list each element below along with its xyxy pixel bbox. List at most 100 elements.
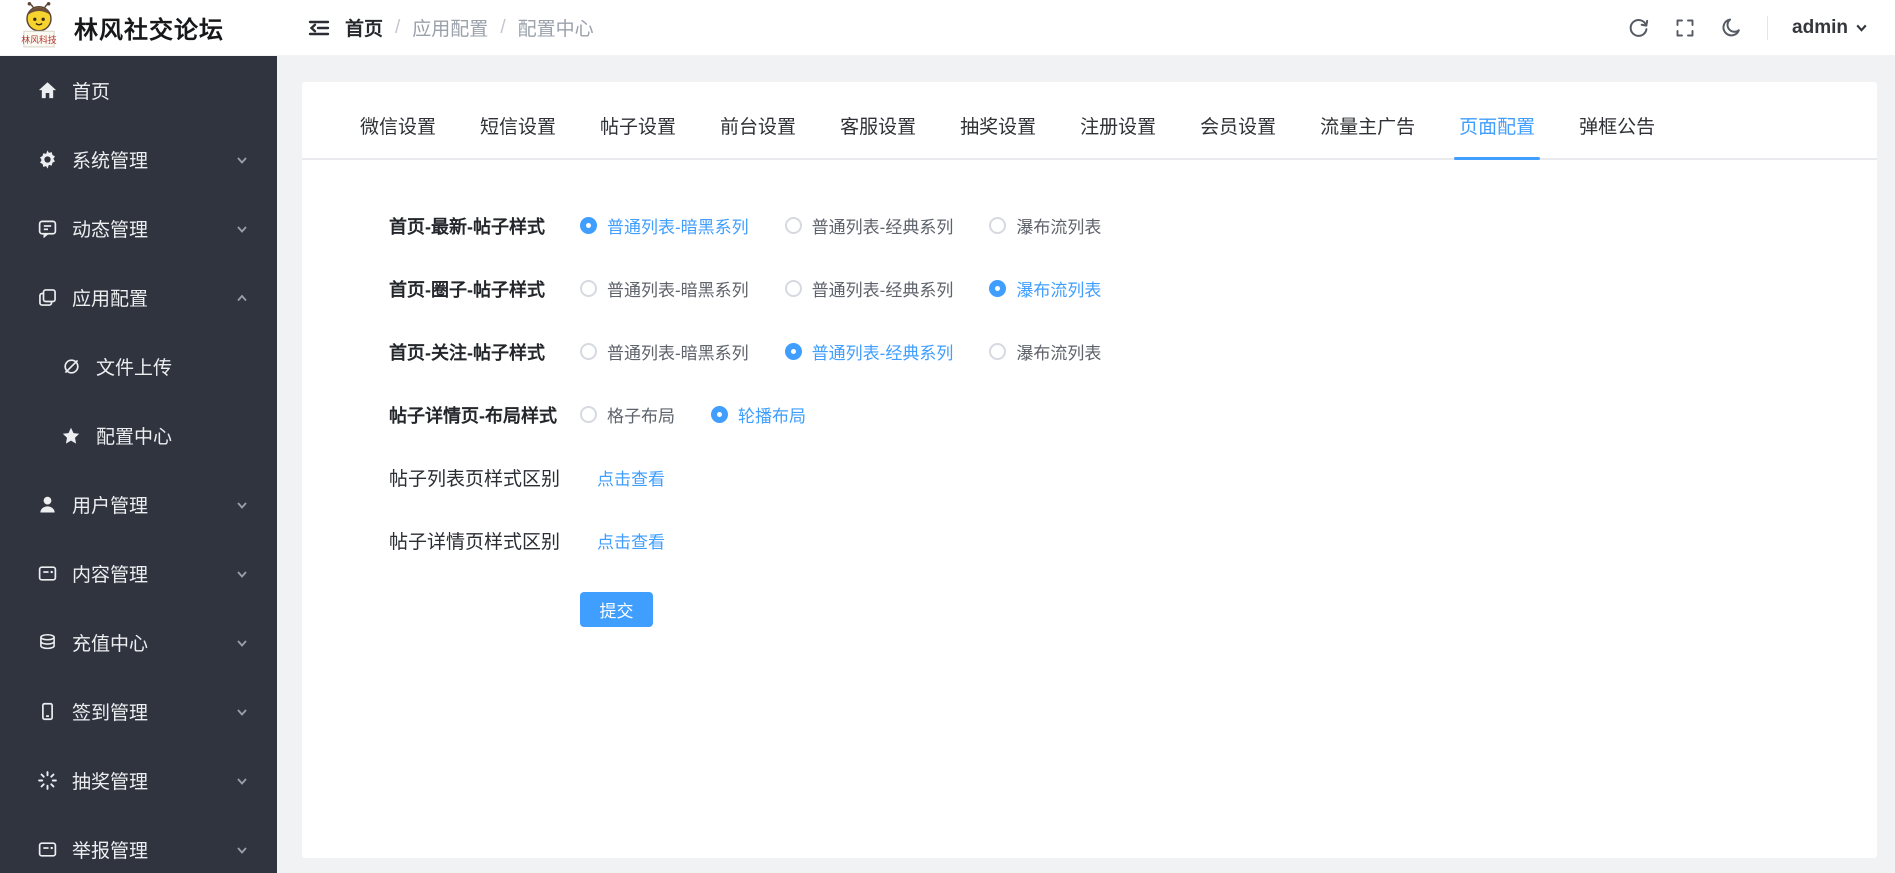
tab-traffic-ads[interactable]: 流量主广告 (1320, 112, 1415, 158)
chevron-down-icon (235, 222, 249, 236)
chevron-down-icon (235, 636, 249, 650)
breadcrumb-home[interactable]: 首页 (345, 14, 383, 41)
database-icon (36, 632, 58, 654)
view-link[interactable]: 点击查看 (597, 528, 665, 553)
gear-icon (36, 149, 58, 171)
link-icon (60, 356, 82, 378)
radio-circle-icon (580, 343, 597, 360)
tab-wechat[interactable]: 微信设置 (360, 112, 436, 158)
radio-option[interactable]: 格子布局 (580, 402, 675, 427)
form-label: 首页-关注-帖子样式 (389, 342, 545, 363)
form-row-follow-style: 首页-关注-帖子样式 普通列表-暗黑系列 普通列表-经典系列 瀑布流列表 (389, 334, 1877, 369)
header-divider (1767, 15, 1769, 40)
tab-member[interactable]: 会员设置 (1200, 112, 1276, 158)
form-row-detail-layout: 帖子详情页-布局样式 格子布局 轮播布局 (389, 397, 1877, 432)
star-icon (60, 425, 82, 447)
sidebar-item-content[interactable]: 内容管理 (0, 539, 277, 608)
breadcrumb: 首页 / 应用配置 / 配置中心 (345, 14, 594, 41)
radio-circle-icon (989, 217, 1007, 234)
chevron-down-icon (235, 153, 249, 167)
sidebar-item-config-center[interactable]: 配置中心 (0, 401, 277, 470)
tab-register[interactable]: 注册设置 (1080, 112, 1156, 158)
radio-circle-icon (580, 406, 597, 423)
radio-option[interactable]: 普通列表-暗黑系列 (580, 339, 749, 364)
sidebar-fold-icon[interactable] (307, 16, 331, 40)
sidebar-item-home[interactable]: 首页 (0, 56, 277, 125)
home-icon (36, 80, 58, 102)
chevron-down-icon (235, 774, 249, 788)
radio-circle-icon (580, 280, 597, 297)
radio-circle-icon (784, 280, 802, 297)
view-link[interactable]: 点击查看 (597, 465, 665, 490)
radio-option[interactable]: 普通列表-经典系列 (784, 213, 953, 238)
radio-option[interactable]: 普通列表-经典系列 (784, 276, 953, 301)
tab-popup-notice[interactable]: 弹框公告 (1579, 112, 1655, 158)
radio-circle-icon (989, 343, 1007, 360)
report-card-icon (36, 839, 58, 861)
form-row-list-style-diff: 帖子列表页样式区别 点击查看 (389, 460, 1877, 495)
chevron-down-icon (235, 705, 249, 719)
radio-circle-icon (784, 217, 802, 234)
sidebar-item-report[interactable]: 举报管理 (0, 815, 277, 873)
radio-option[interactable]: 普通列表-暗黑系列 (580, 213, 749, 238)
sidebar-item-recharge[interactable]: 充值中心 (0, 608, 277, 677)
radio-option[interactable]: 普通列表-经典系列 (784, 339, 953, 364)
form-row-circle-style: 首页-圈子-帖子样式 普通列表-暗黑系列 普通列表-经典系列 瀑布流列表 (389, 271, 1877, 306)
radio-circle-icon (784, 343, 802, 360)
user-menu[interactable]: admin (1792, 17, 1869, 39)
form-label: 帖子详情页-布局样式 (389, 405, 557, 426)
chevron-down-icon (235, 498, 249, 512)
radio-option[interactable]: 瀑布流列表 (989, 339, 1101, 364)
radio-option[interactable]: 瀑布流列表 (989, 276, 1101, 301)
sidebar-item-lottery[interactable]: 抽奖管理 (0, 746, 277, 815)
tab-frontend[interactable]: 前台设置 (720, 112, 796, 158)
breadcrumb-config-center: 配置中心 (517, 19, 594, 40)
form-label: 首页-最新-帖子样式 (389, 216, 545, 237)
username: admin (1792, 16, 1848, 38)
top-header: 林风科技 林风社交论坛 首页 / 应用配置 / 配置中心 admin (0, 0, 1895, 56)
radio-circle-icon (711, 406, 728, 423)
refresh-icon[interactable] (1627, 16, 1650, 39)
header-actions: admin (1627, 15, 1895, 40)
breadcrumb-separator: / (500, 16, 506, 38)
spinner-icon (36, 770, 58, 792)
radio-option[interactable]: 轮播布局 (711, 402, 806, 427)
dark-mode-moon-icon[interactable] (1720, 16, 1743, 39)
chevron-up-icon (235, 291, 249, 305)
tab-page-config[interactable]: 页面配置 (1454, 112, 1541, 160)
user-icon (36, 494, 58, 516)
tab-sms[interactable]: 短信设置 (480, 112, 556, 158)
tab-service[interactable]: 客服设置 (840, 112, 916, 158)
sidebar-item-users[interactable]: 用户管理 (0, 470, 277, 539)
app-title: 林风社交论坛 (74, 17, 224, 44)
tablet-icon (36, 701, 58, 723)
chevron-down-icon (1856, 24, 1867, 32)
radio-option[interactable]: 普通列表-暗黑系列 (580, 276, 749, 301)
form-label: 帖子详情页样式区别 (389, 532, 561, 553)
content-card: 微信设置 短信设置 帖子设置 前台设置 客服设置 抽奖设置 注册设置 会员设置 … (302, 82, 1877, 858)
tab-lottery[interactable]: 抽奖设置 (960, 112, 1036, 158)
radio-option[interactable]: 瀑布流列表 (989, 213, 1101, 238)
breadcrumb-app-config[interactable]: 应用配置 (412, 14, 488, 41)
page-config-form: 首页-最新-帖子样式 普通列表-暗黑系列 普通列表-经典系列 瀑布流列表 首页-… (302, 160, 1877, 627)
svg-text:林风科技: 林风科技 (21, 34, 57, 45)
comment-icon (36, 218, 58, 240)
chevron-down-icon (235, 567, 249, 581)
sidebar-item-app-config[interactable]: 应用配置 (0, 263, 277, 332)
sidebar-item-file-upload[interactable]: 文件上传 (0, 332, 277, 401)
tab-post[interactable]: 帖子设置 (600, 112, 676, 158)
sidebar-item-checkin[interactable]: 签到管理 (0, 677, 277, 746)
form-label: 帖子列表页样式区别 (389, 469, 561, 490)
content-card-icon (36, 563, 58, 585)
form-label: 首页-圈子-帖子样式 (389, 279, 545, 300)
brand: 林风科技 林风社交论坛 (0, 0, 277, 56)
submit-button[interactable]: 提交 (580, 592, 653, 627)
form-row-latest-style: 首页-最新-帖子样式 普通列表-暗黑系列 普通列表-经典系列 瀑布流列表 (389, 208, 1877, 243)
form-row-detail-style-diff: 帖子详情页样式区别 点击查看 (389, 523, 1877, 558)
settings-tabbar: 微信设置 短信设置 帖子设置 前台设置 客服设置 抽奖设置 注册设置 会员设置 … (302, 82, 1877, 160)
radio-circle-icon (989, 280, 1007, 297)
sidebar-item-system[interactable]: 系统管理 (0, 125, 277, 194)
sidebar-item-moments[interactable]: 动态管理 (0, 194, 277, 263)
fullscreen-icon[interactable] (1674, 17, 1696, 39)
chevron-down-icon (235, 843, 249, 857)
